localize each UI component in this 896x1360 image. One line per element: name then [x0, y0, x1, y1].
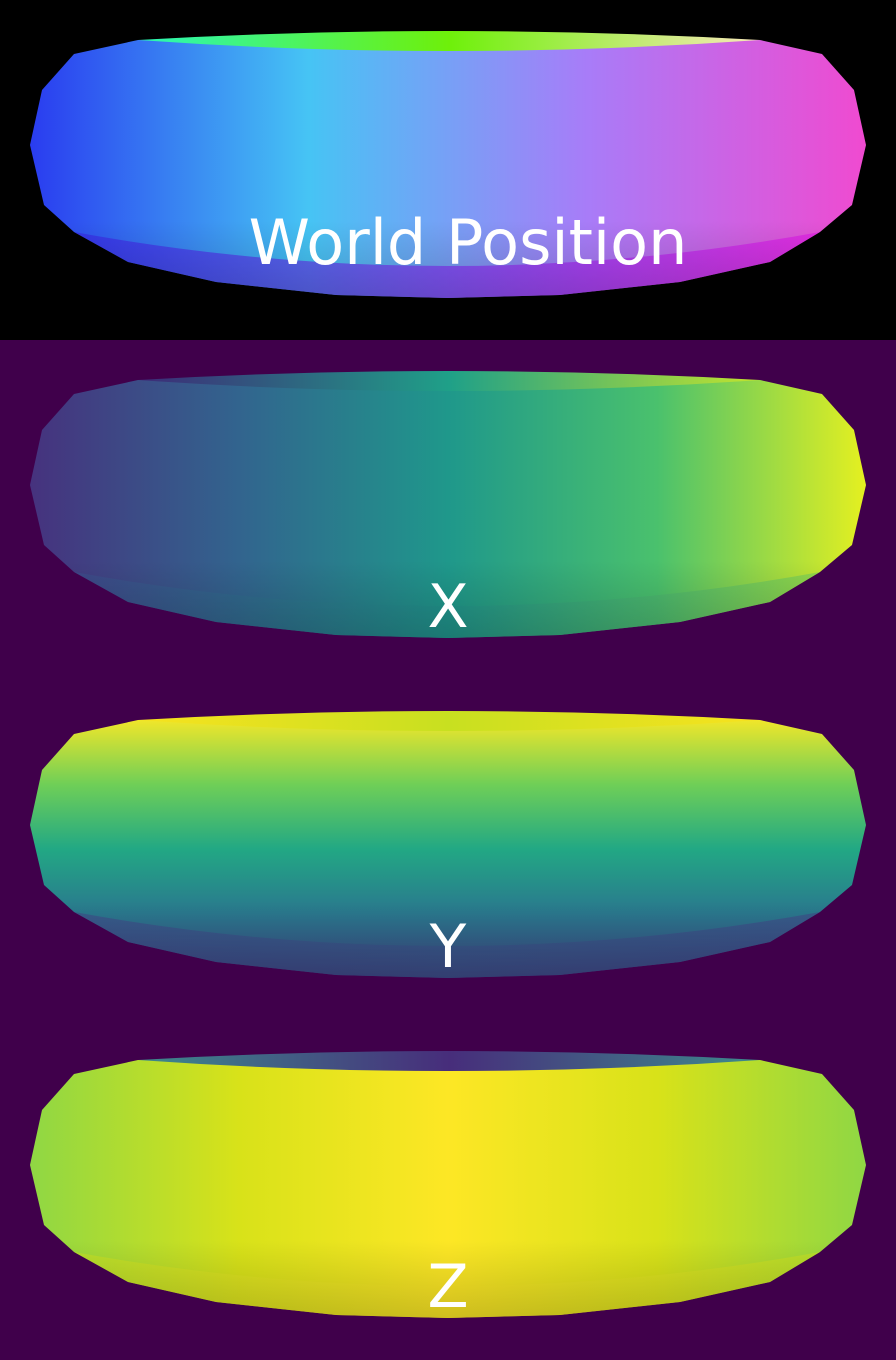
world-position-torus-render — [30, 31, 866, 298]
x-channel-panel: X — [0, 340, 896, 680]
y-channel-label: Y — [429, 912, 467, 982]
z-channel-label: Z — [427, 1252, 469, 1322]
world-position-label: World Position — [248, 206, 688, 279]
x-channel-label: X — [427, 572, 469, 642]
world-position-panel: World Position — [0, 0, 896, 340]
y-channel-panel: Y — [0, 680, 896, 1020]
z-channel-panel: Z — [0, 1020, 896, 1360]
